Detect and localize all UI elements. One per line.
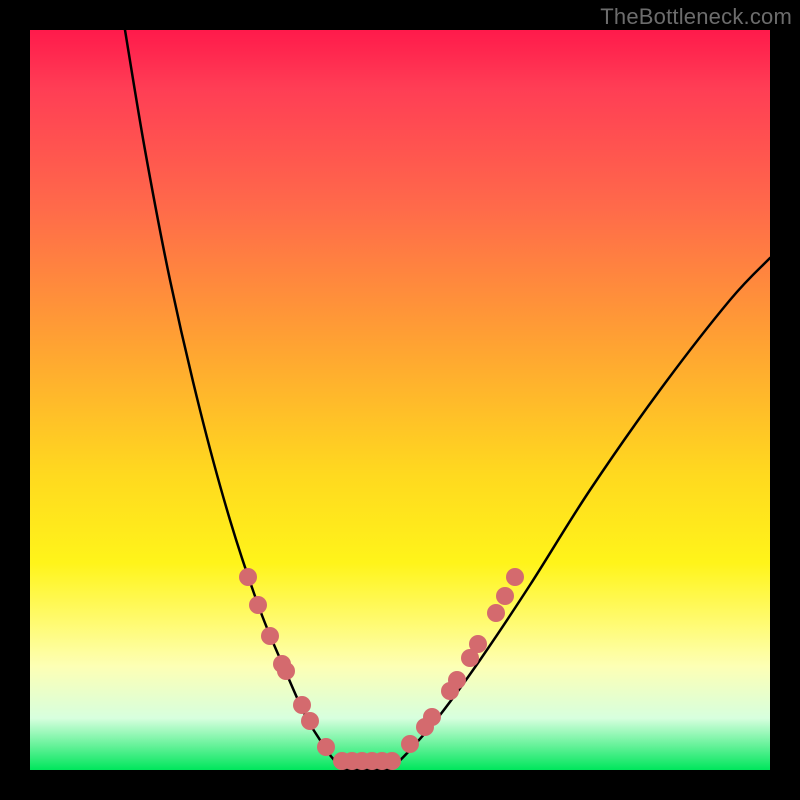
marker-dot [383, 752, 401, 770]
marker-dot [239, 568, 257, 586]
marker-dot [261, 627, 279, 645]
marker-dot [317, 738, 335, 756]
marker-dot [496, 587, 514, 605]
watermark-text: TheBottleneck.com [600, 4, 792, 30]
marker-dot [423, 708, 441, 726]
marker-dot [506, 568, 524, 586]
line-layer-group [125, 30, 770, 770]
marker-dot [293, 696, 311, 714]
marker-dot [448, 671, 466, 689]
marker-dot [469, 635, 487, 653]
marker-dot [401, 735, 419, 753]
marker-dot [277, 662, 295, 680]
chart-stage: TheBottleneck.com [0, 0, 800, 800]
marker-dot [301, 712, 319, 730]
plot-area [30, 30, 770, 770]
curve-layer [30, 30, 770, 770]
marker-dot [487, 604, 505, 622]
curve-left-branch [125, 30, 343, 770]
marker-dot [249, 596, 267, 614]
marker-layer-group [239, 568, 524, 770]
